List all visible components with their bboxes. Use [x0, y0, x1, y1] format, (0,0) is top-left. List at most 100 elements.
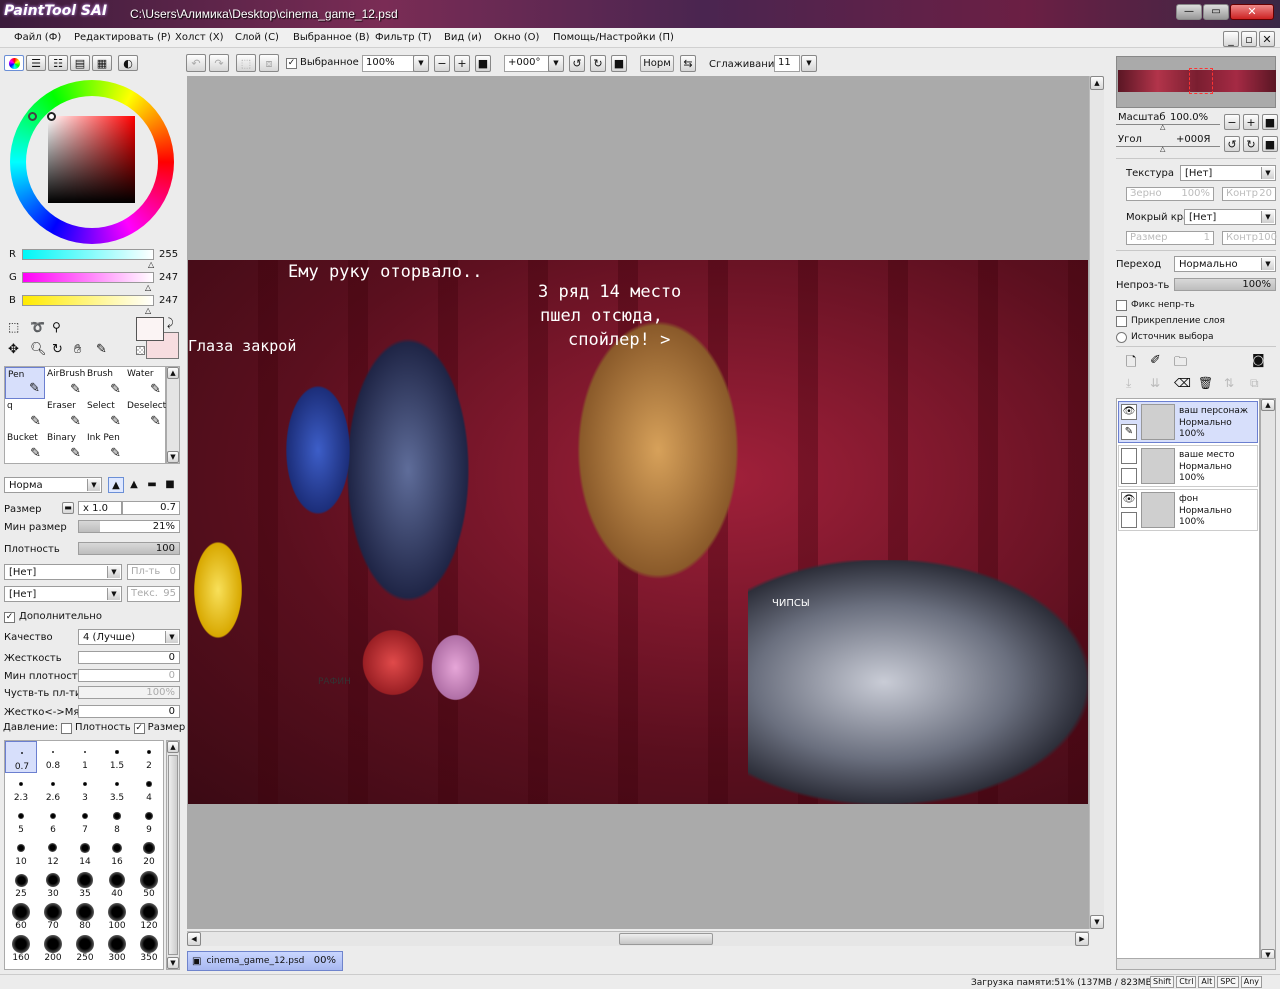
min-size-slider[interactable]: 21%: [78, 520, 180, 533]
brush-size-preset[interactable]: 16: [101, 837, 133, 869]
scroll-thumb[interactable]: [168, 755, 178, 955]
layer-row[interactable]: ваше место Нормально 100%: [1118, 445, 1258, 487]
lasso-tool[interactable]: ➰: [30, 320, 46, 336]
brush-size-preset[interactable]: 4: [133, 773, 163, 805]
layer-mask-button[interactable]: ◙: [1252, 353, 1265, 368]
transparent-color-icon[interactable]: [136, 346, 145, 355]
tool-select[interactable]: Select ✎: [85, 399, 125, 431]
brush-size-preset[interactable]: 9: [133, 805, 163, 837]
brush-size-preset[interactable]: 350: [133, 933, 163, 965]
layer-lock-toggle[interactable]: ✎: [1121, 424, 1137, 440]
maximize-button[interactable]: ▭: [1203, 4, 1229, 20]
tool-q[interactable]: q ✎: [5, 399, 45, 431]
menu-filter[interactable]: Фильтр (Т): [375, 32, 432, 44]
undo-button[interactable]: ↶: [186, 54, 206, 72]
zoom-field[interactable]: 100%: [362, 55, 414, 72]
scroll-up-icon[interactable]: ▲: [1261, 399, 1275, 411]
brush-size-preset[interactable]: 12: [37, 837, 69, 869]
wet-size-field[interactable]: Размер 1: [1126, 231, 1214, 245]
canvas-viewport[interactable]: Ему руку оторвало.. Глаза закрой 3 ряд 1…: [187, 76, 1104, 946]
deselect-button[interactable]: ⬚: [236, 54, 256, 72]
brush-size-preset[interactable]: 1: [69, 741, 101, 773]
brush-size-scrollbar[interactable]: ▲ ▼: [166, 740, 180, 970]
zoom-dropdown[interactable]: ▼: [413, 55, 429, 72]
nav-rotate-reset-button[interactable]: ■: [1262, 136, 1278, 152]
tool-pen[interactable]: Pen ✎: [5, 367, 45, 399]
fix-opacity-toggle[interactable]: Фикс непр-ть: [1116, 299, 1195, 311]
texture-amount-field[interactable]: Текс. 95: [127, 586, 180, 602]
brush-size-preset[interactable]: 3: [69, 773, 101, 805]
canvas-hscrollbar[interactable]: ◀ ▶: [187, 931, 1089, 946]
brush-shape-flat-icon[interactable]: ▲: [108, 477, 124, 493]
new-layer-button[interactable]: 🗋︎: [1126, 353, 1136, 375]
brush-size-preset[interactable]: 250: [69, 933, 101, 965]
layer-visibility-toggle[interactable]: 👁︎: [1121, 404, 1137, 420]
contrast-field[interactable]: Контр 20: [1222, 187, 1276, 201]
brush-size-preset[interactable]: 0.7: [5, 741, 37, 773]
redo-button[interactable]: ↷: [209, 54, 229, 72]
nav-zoom-out-button[interactable]: −: [1224, 114, 1240, 130]
hsv-slider-mode-button[interactable]: ☷: [48, 55, 68, 71]
brush-size-preset[interactable]: 3.5: [101, 773, 133, 805]
zoom-reset-button[interactable]: ■: [475, 55, 491, 72]
max-density-slider[interactable]: 100%: [78, 686, 180, 699]
quality-select[interactable]: 4 (Лучше) ▼: [78, 629, 180, 645]
nav-zoom-reset-button[interactable]: ■: [1262, 114, 1278, 130]
close-button[interactable]: ✕: [1230, 4, 1274, 20]
rotate-left-button[interactable]: ↺: [569, 55, 585, 72]
b-slider[interactable]: [22, 295, 154, 306]
hand-tool[interactable]: ✋︎: [74, 342, 90, 358]
pressure-size-checkbox[interactable]: ✓: [133, 722, 145, 734]
pressure-density-checkbox[interactable]: [60, 722, 72, 734]
tool-eraser[interactable]: Eraser ✎: [45, 399, 85, 431]
brush-size-preset[interactable]: 300: [101, 933, 133, 965]
color-wheel-mode-button[interactable]: [4, 55, 24, 71]
scroll-up-icon[interactable]: ▲: [167, 367, 179, 379]
brush-size-preset[interactable]: 20: [133, 837, 163, 869]
minimize-button[interactable]: —: [1176, 4, 1202, 20]
tool-ink-pen[interactable]: Ink Pen ✎: [85, 431, 125, 463]
tool-palette-scrollbar[interactable]: ▲ ▼: [166, 366, 180, 464]
nav-zoom-thumb[interactable]: △: [1160, 123, 1165, 131]
layer-visibility-toggle[interactable]: 👁︎: [1121, 492, 1137, 508]
selection-visible-toggle[interactable]: ✓ Выбранное: [286, 57, 359, 69]
selection-checkbox[interactable]: ✓: [286, 57, 297, 69]
smoothing-dropdown[interactable]: ▼: [801, 55, 817, 72]
scroll-down-icon[interactable]: ▼: [1090, 915, 1104, 929]
brush-size-preset[interactable]: 200: [37, 933, 69, 965]
menu-help[interactable]: Помощь/Настройки (П): [553, 32, 674, 44]
brush-size-preset[interactable]: 0.8: [37, 741, 69, 773]
density-slider[interactable]: 100: [78, 542, 180, 555]
layer-row[interactable]: 👁︎ фон Нормально 100%: [1118, 489, 1258, 531]
scroll-right-icon[interactable]: ▶: [1075, 932, 1089, 946]
layer-row[interactable]: 👁︎ ✎ ваш персонаж Нормально 100%: [1118, 401, 1258, 443]
brush-size-preset[interactable]: 100: [101, 901, 133, 933]
delete-layer-button[interactable]: 🗑︎: [1198, 376, 1213, 390]
menu-canvas[interactable]: Холст (Х): [175, 32, 224, 44]
r-slider-thumb[interactable]: △: [148, 260, 154, 269]
scratchpad-mode-button[interactable]: ▦: [92, 55, 112, 71]
doc-restore-button[interactable]: ▫: [1241, 31, 1257, 47]
brush-size-preset[interactable]: 160: [5, 933, 37, 965]
rotate-tool[interactable]: ↻: [52, 342, 68, 358]
layer-transfer-button[interactable]: ⇅: [1224, 376, 1234, 390]
brush-size-preset[interactable]: 80: [69, 901, 101, 933]
transfer-down-button[interactable]: ⤓: [1126, 376, 1131, 391]
tool-bucket[interactable]: Bucket ✎: [5, 431, 45, 463]
layer-opacity-slider[interactable]: 100%: [1174, 278, 1276, 291]
brush-size-preset[interactable]: 60: [5, 901, 37, 933]
layer-texture-select[interactable]: [Нет] ▼: [1180, 165, 1276, 181]
layer-lock-toggle[interactable]: [1121, 512, 1137, 528]
layer-list-scrollbar[interactable]: ▲ ▼: [1260, 398, 1276, 962]
new-folder-button[interactable]: 🗀︎: [1174, 353, 1187, 375]
scroll-left-icon[interactable]: ◀: [187, 932, 201, 946]
nav-rotate-right-button[interactable]: ↻: [1243, 136, 1259, 152]
brush-size-preset[interactable]: 7: [69, 805, 101, 837]
brush-size-preset[interactable]: 8: [101, 805, 133, 837]
advanced-toggle[interactable]: ✓ Дополнительно: [4, 611, 102, 623]
menu-window[interactable]: Окно (О): [494, 32, 539, 44]
canvas-artwork[interactable]: Ему руку оторвало.. Глаза закрой 3 ряд 1…: [188, 260, 1088, 804]
tool-deselect[interactable]: Deselect ✎: [125, 399, 166, 431]
brush-size-preset[interactable]: 10: [5, 837, 37, 869]
title-bar[interactable]: PaintTool SAI C:\Users\Алимика\Desktop\c…: [0, 0, 1280, 28]
